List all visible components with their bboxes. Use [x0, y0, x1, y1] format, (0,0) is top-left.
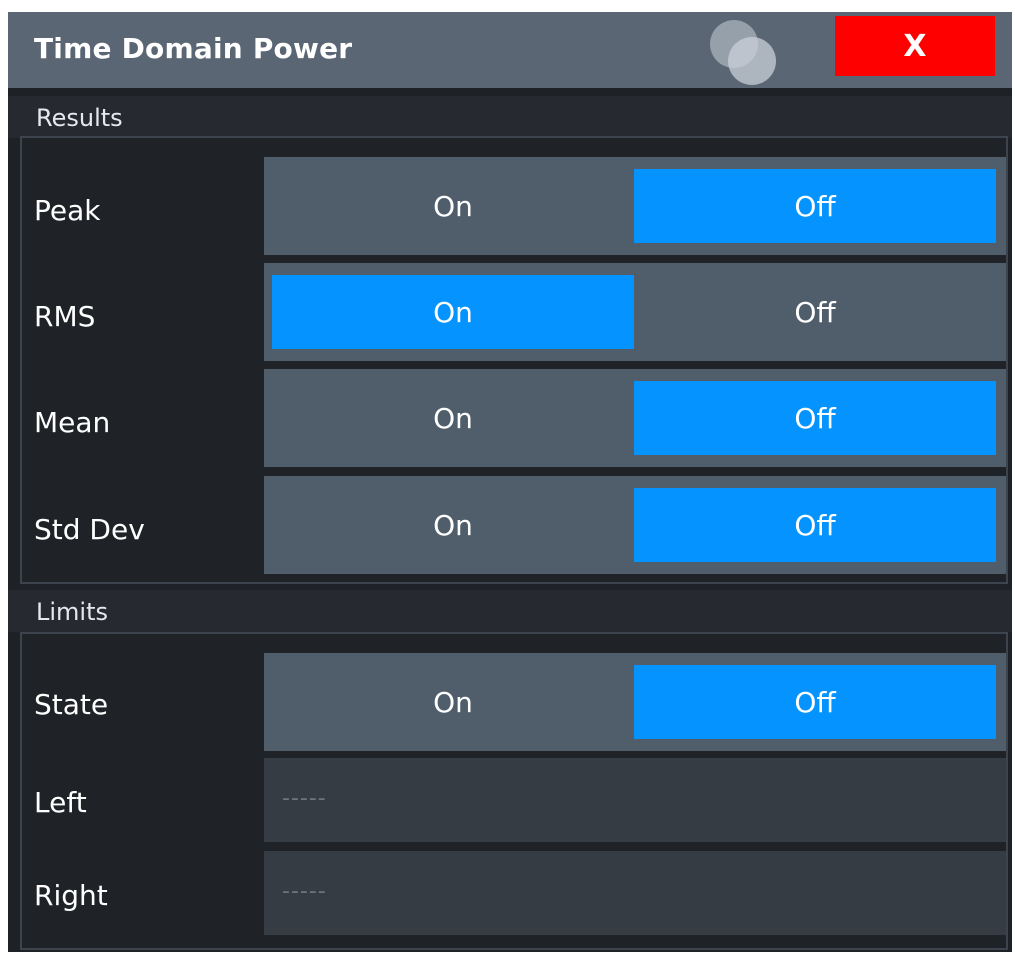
state-label: State [34, 688, 109, 721]
left-limit-field[interactable]: ----- [264, 758, 1006, 842]
right-limit-field[interactable]: ----- [264, 851, 1006, 935]
results-section-label: Results [36, 104, 123, 132]
mean-off-button[interactable]: Off [634, 381, 996, 455]
rms-toggle: On Off [264, 263, 1006, 361]
std-dev-toggle: On Off [264, 476, 1006, 574]
results-group: Peak On Off RMS On Off Mean On Off Std D… [20, 136, 1008, 584]
std-dev-on-button[interactable]: On [272, 488, 634, 562]
dialog-title: Time Domain Power [34, 32, 353, 65]
results-section-header: Results [8, 96, 1012, 138]
left-label: Left [34, 786, 87, 819]
mean-label: Mean [34, 406, 111, 439]
left-limit-value: ----- [282, 786, 327, 811]
close-icon: X [903, 28, 927, 64]
right-label: Right [34, 879, 108, 912]
title-bar: Time Domain Power X [8, 12, 1012, 88]
state-toggle: On Off [264, 653, 1006, 751]
peak-off-button[interactable]: Off [634, 169, 996, 243]
mean-toggle: On Off [264, 369, 1006, 467]
close-button[interactable]: X [835, 16, 995, 76]
limits-group: State On Off Left ----- Right ----- [20, 632, 1008, 950]
time-domain-power-dialog: Time Domain Power X Results Peak On Off … [8, 12, 1012, 952]
peak-toggle: On Off [264, 157, 1006, 255]
std-dev-label: Std Dev [34, 513, 145, 546]
rms-on-button[interactable]: On [272, 275, 634, 349]
limits-section-label: Limits [36, 598, 108, 626]
limits-section-header: Limits [8, 590, 1012, 632]
std-dev-off-button[interactable]: Off [634, 488, 996, 562]
rms-off-button[interactable]: Off [634, 275, 996, 349]
mean-on-button[interactable]: On [272, 381, 634, 455]
logo-icon [710, 20, 776, 85]
state-on-button[interactable]: On [272, 665, 634, 739]
rms-label: RMS [34, 300, 96, 333]
right-limit-value: ----- [282, 879, 327, 904]
peak-label: Peak [34, 194, 101, 227]
peak-on-button[interactable]: On [272, 169, 634, 243]
state-off-button[interactable]: Off [634, 665, 996, 739]
